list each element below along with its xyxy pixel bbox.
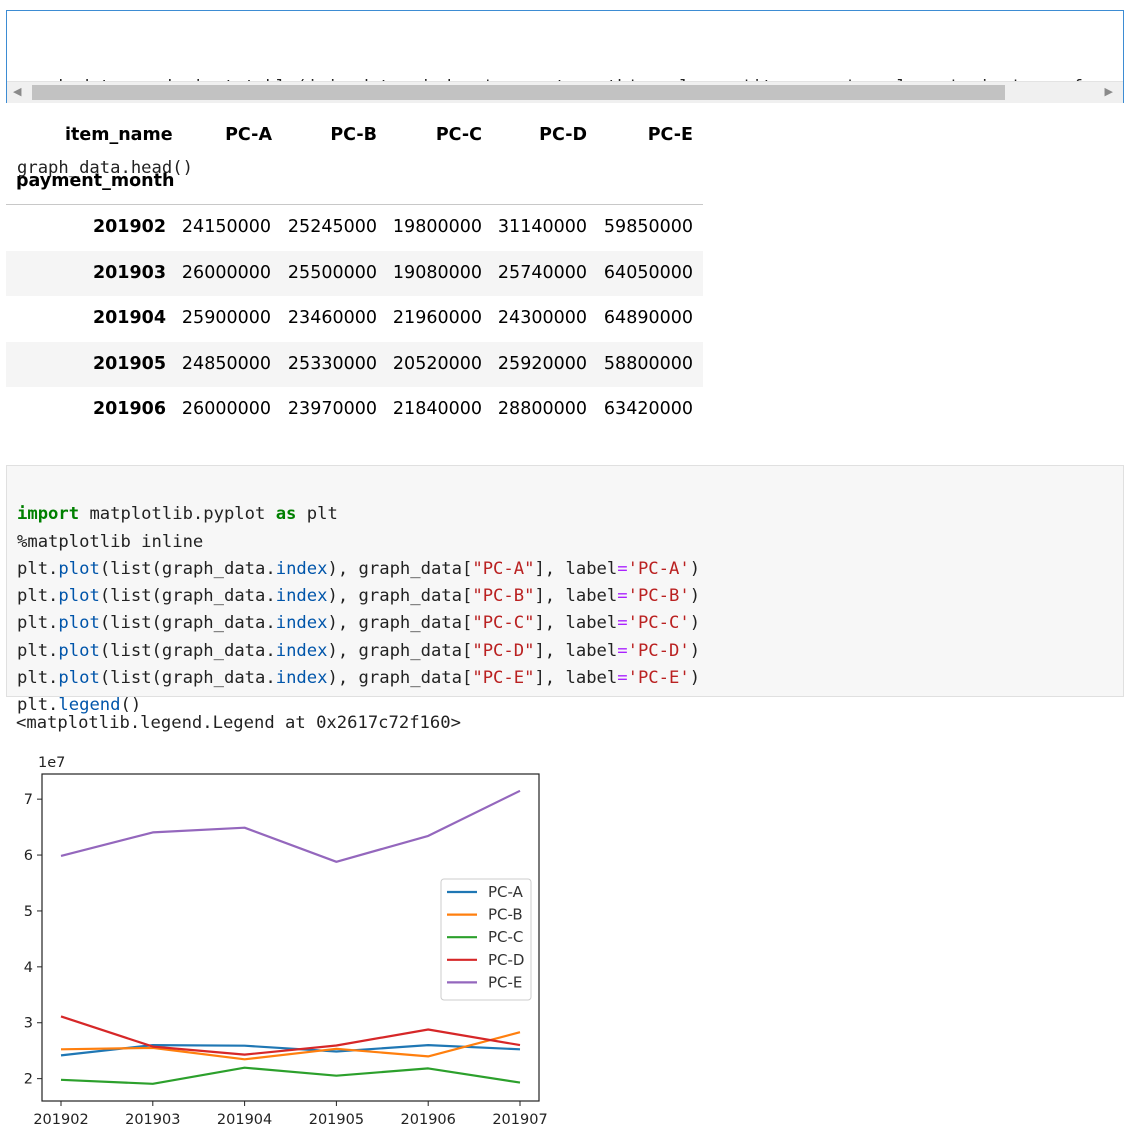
y-tick-label: 4 [24,960,33,976]
code-line: plt.plot(list(graph_data.index), graph_d… [17,613,701,634]
table-cell: 19800000 [392,217,482,237]
code-line: plt.plot(list(graph_data.index), graph_d… [17,558,701,579]
table-cell: 25500000 [287,262,377,283]
x-tick-label: 201904 [217,1112,272,1128]
index-name-header: payment_month [16,170,175,191]
table-cell: 19080000 [392,262,482,283]
table-cell: 25900000 [181,308,271,328]
scroll-left-icon[interactable]: ◀ [13,85,21,98]
y-tick-label: 3 [24,1016,33,1032]
table-header-row: item_name PC-A PC-B PC-C PC-D PC-E [6,113,703,159]
table-cell: 24850000 [181,353,271,374]
table-cell: 26000000 [181,262,271,283]
table-cell: 23970000 [287,399,377,419]
y-tick-label: 5 [24,904,33,920]
y-offset-label: 1e7 [38,755,65,771]
table-cell: 21960000 [392,308,482,328]
table-cell: 23460000 [287,308,377,328]
table-row: 201904 25900000 23460000 21960000 243000… [6,296,703,342]
table-cell: 26000000 [181,399,271,419]
code-line: plt.plot(list(graph_data.index), graph_d… [17,586,701,607]
dataframe-table: item_name PC-A PC-B PC-C PC-D PC-E payme… [6,113,703,433]
legend-label: PC-C [488,928,523,946]
row-index: 201902 [92,217,166,237]
legend-label: PC-A [488,883,524,901]
table-cell: 20520000 [392,353,482,374]
table-row: 201902 24150000 25245000 19800000 311400… [6,205,703,251]
x-tick-label: 201902 [33,1112,88,1128]
code-line: %matplotlib inline [17,531,204,552]
column-header: PC-B [330,125,377,145]
code-line: plt.plot(list(graph_data.index), graph_d… [17,668,701,689]
column-header: PC-D [539,125,587,145]
output-text: <matplotlib.legend.Legend at 0x2617c72f1… [16,713,461,733]
scrollbar-thumb[interactable] [32,85,1005,100]
table-cell: 24150000 [181,217,271,237]
code-cell-plot[interactable]: import matplotlib.pyplot as plt %matplotl… [6,465,1124,715]
column-header: PC-E [647,125,693,145]
y-tick-label: 6 [24,848,33,864]
x-tick-label: 201907 [492,1112,547,1128]
table-cell: 64890000 [603,308,693,328]
x-tick-label: 201906 [401,1112,456,1128]
table-cell: 25330000 [287,353,377,374]
table-cell: 59850000 [603,217,693,237]
x-tick-label: 201903 [125,1112,180,1128]
row-index: 201904 [92,308,166,328]
table-cell: 58800000 [603,353,693,374]
horizontal-scrollbar[interactable]: ◀ ▶ [7,81,1123,103]
code-line: plt.plot(list(graph_data.index), graph_d… [17,640,701,661]
column-header: PC-A [225,125,272,145]
index-header-row: payment_month [6,159,703,205]
table-row: 201906 26000000 23970000 21840000 288000… [6,387,703,433]
table-row: 201905 24850000 25330000 20520000 259200… [6,341,703,387]
table-cell: 63420000 [603,399,693,419]
table-cell: 28800000 [497,399,587,419]
table-cell: 25245000 [287,217,377,237]
legend-label: PC-B [488,906,523,924]
y-tick-label: 2 [24,1072,33,1088]
legend-label: PC-E [488,973,522,991]
code-line: import matplotlib.pyplot as plt [17,504,338,525]
table-cell: 25920000 [497,353,587,374]
code-cell-pivot[interactable]: graph_data = pd.pivot_table(join_data, i… [6,10,1124,178]
line-chart: 1e7 2 3 4 5 6 7 201902 201903 201904 201905 201906 2… [24,755,548,1128]
table-cell: 25740000 [497,262,587,283]
scroll-right-icon[interactable]: ▶ [1105,85,1113,98]
table-cell: 31140000 [497,217,587,237]
row-index: 201905 [92,353,166,374]
table-row: 201903 26000000 25500000 19080000 257400… [6,250,703,296]
x-tick-label: 201905 [309,1112,364,1128]
legend-label: PC-D [488,951,524,969]
table-cell: 21840000 [392,399,482,419]
row-index: 201903 [92,262,166,283]
table-cell: 64050000 [603,262,693,283]
column-header: PC-C [435,125,482,145]
row-index: 201906 [92,399,166,419]
y-tick-label: 7 [24,792,33,808]
table-cell: 24300000 [497,308,587,328]
columns-name-header: item_name [65,125,173,145]
